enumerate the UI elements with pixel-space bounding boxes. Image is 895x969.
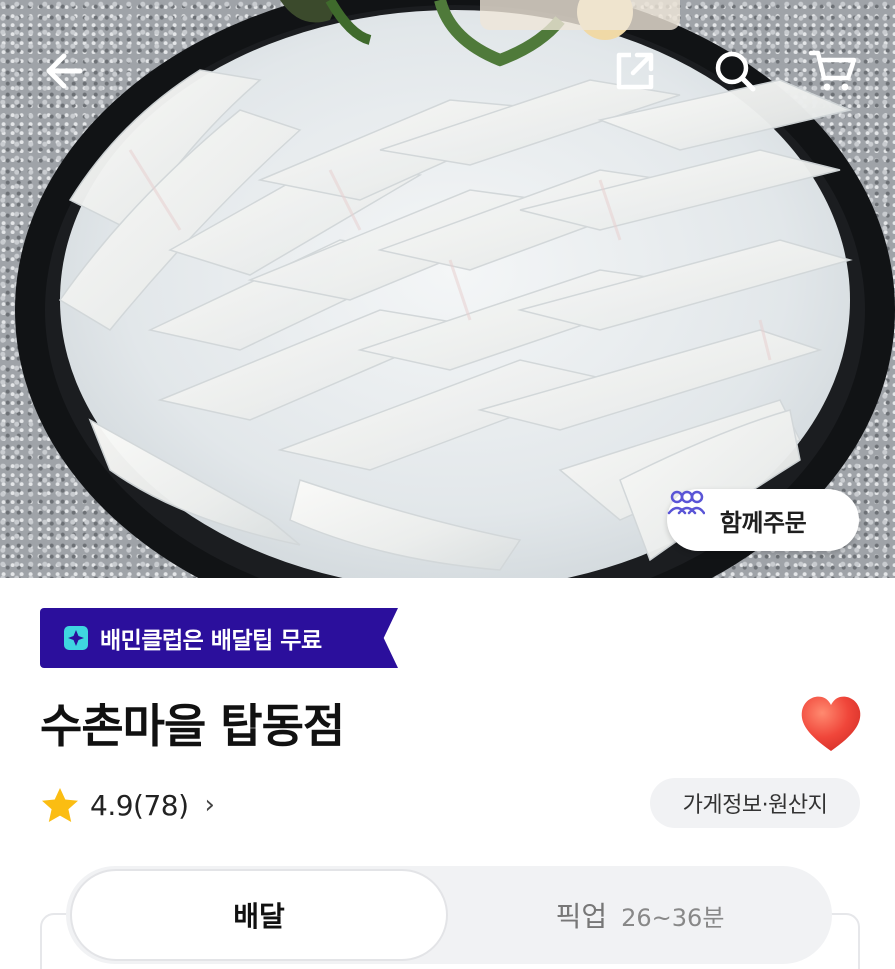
club-banner-label: 배민클럽은 배달팁 무료 xyxy=(100,628,322,654)
share-external-icon xyxy=(616,52,654,90)
store-info-button[interactable]: 가게정보·원산지 xyxy=(650,778,860,828)
rating-value: 4.9(78) xyxy=(90,788,189,822)
store-name: 수촌마을 탑동점 xyxy=(40,699,345,753)
tab-pickup-time: 26~36분 xyxy=(621,903,725,932)
tab-delivery[interactable]: 배달 xyxy=(70,869,448,961)
search-icon xyxy=(715,51,756,92)
tab-pickup[interactable]: 픽업 26~36분 xyxy=(452,869,828,961)
arrow-left-icon xyxy=(46,53,83,89)
share-button[interactable] xyxy=(605,41,665,101)
back-button[interactable] xyxy=(34,41,94,101)
star-icon xyxy=(42,788,78,822)
cart-button[interactable] xyxy=(803,41,863,101)
heart-icon xyxy=(801,696,861,751)
group-order-label: 함께주문 xyxy=(719,508,807,537)
baemin-club-icon xyxy=(64,626,88,650)
store-hero-image: 함께주문 xyxy=(0,0,895,578)
people-icon xyxy=(667,490,705,515)
cart-icon xyxy=(808,50,857,91)
search-button[interactable] xyxy=(705,41,765,101)
tab-pickup-label: 픽업 xyxy=(555,900,608,933)
favorite-button[interactable] xyxy=(798,693,864,755)
rating-row[interactable]: 4.9(78) › xyxy=(40,782,215,828)
group-order-button[interactable]: 함께주문 xyxy=(667,489,859,551)
baemin-club-banner[interactable]: 배민클럽은 배달팁 무료 xyxy=(40,608,398,668)
chevron-right-icon: › xyxy=(204,790,215,820)
